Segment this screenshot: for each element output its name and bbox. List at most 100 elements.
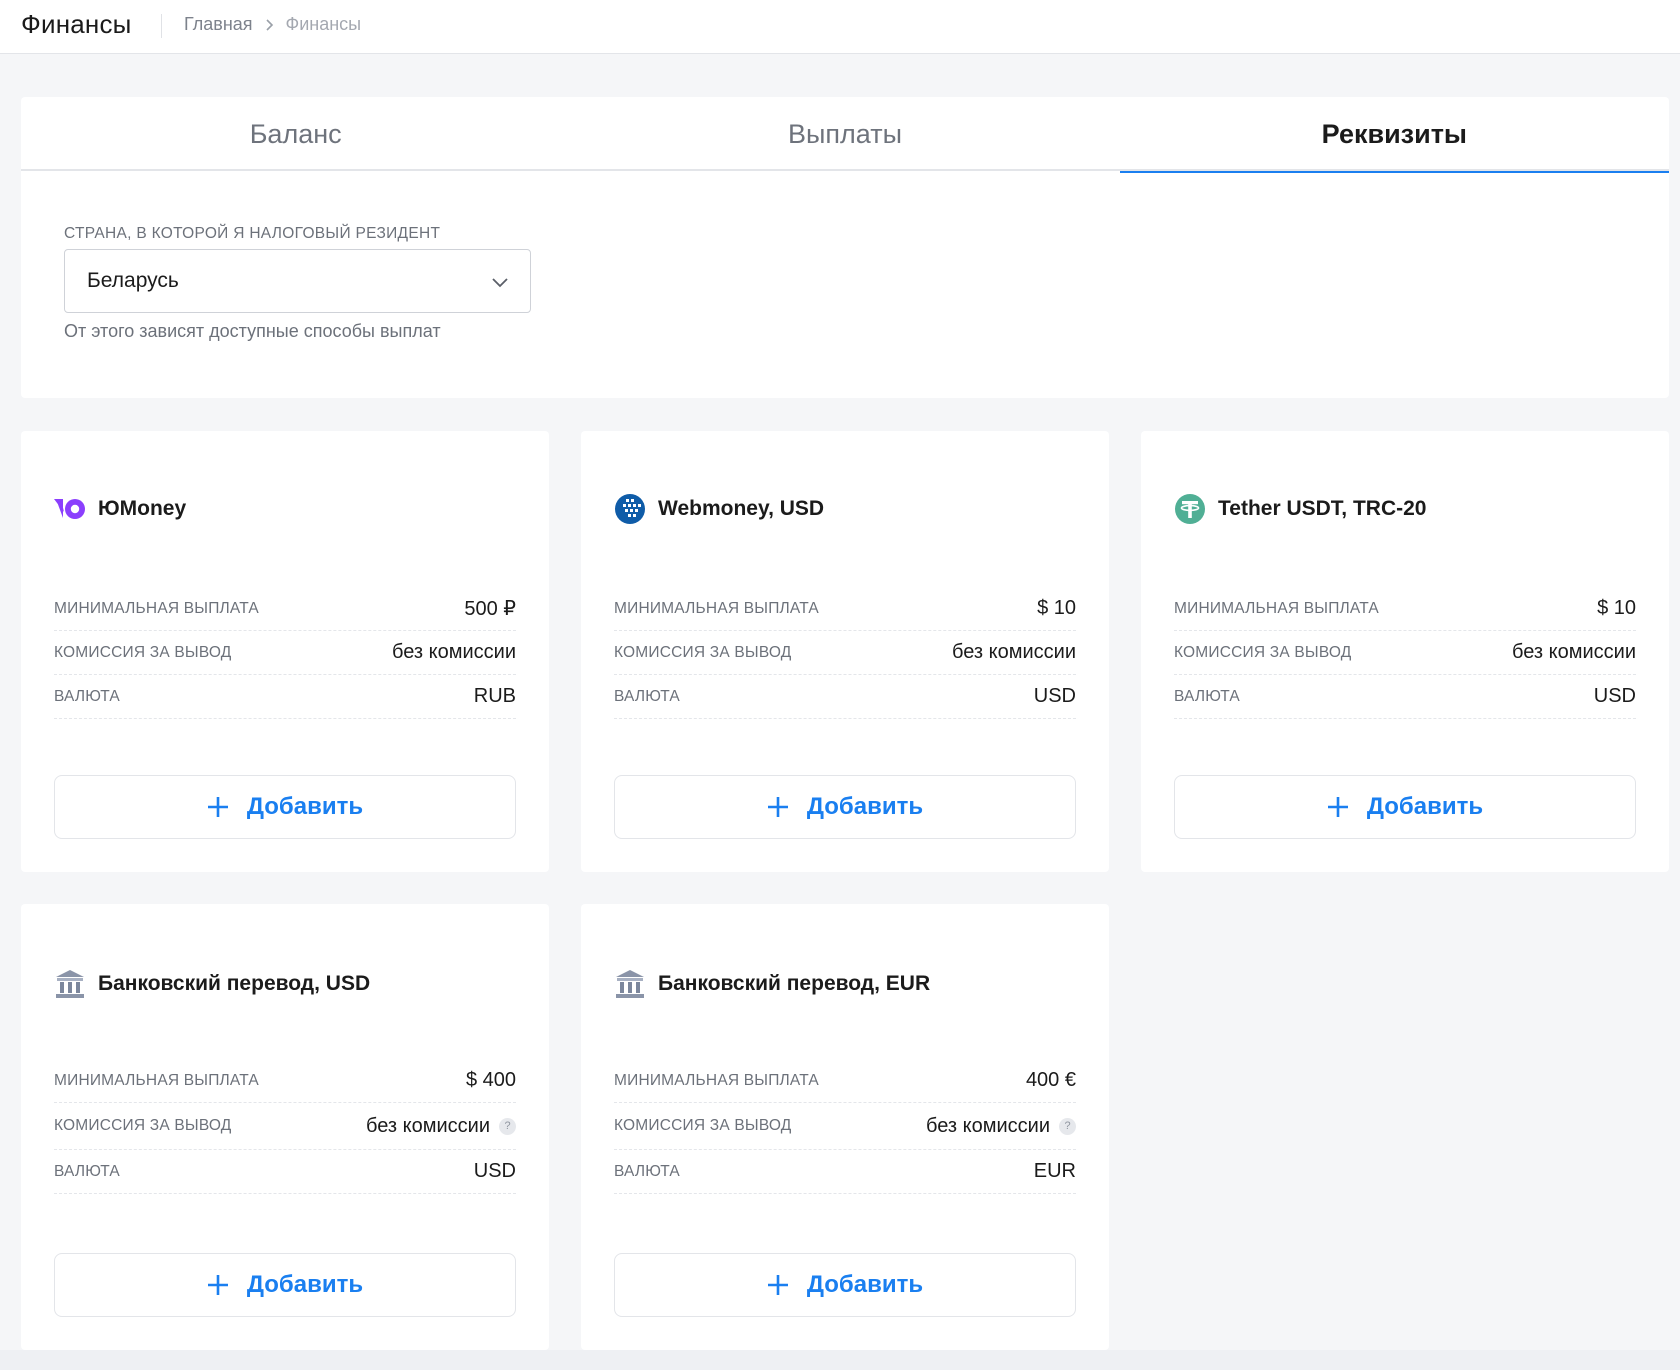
- tab-balance[interactable]: Баланс: [21, 97, 570, 171]
- currency-value: EUR: [1033, 1160, 1076, 1182]
- currency-label: ВАЛЮТА: [1174, 687, 1240, 705]
- currency-row: ВАЛЮТА USD: [54, 1150, 516, 1194]
- currency-row: ВАЛЮТА USD: [1174, 675, 1636, 719]
- card-details: МИНИМАЛЬНАЯ ВЫПЛАТА $ 10 КОМИССИЯ ЗА ВЫВ…: [614, 587, 1076, 719]
- add-button-label: Добавить: [806, 793, 924, 820]
- fee-row: КОМИССИЯ ЗА ВЫВОД без комиссии ?: [614, 1103, 1076, 1150]
- country-select-value: Беларусь: [87, 269, 179, 292]
- plus-icon: [767, 796, 789, 818]
- yoomoney-icon: [54, 493, 86, 525]
- plus-icon: [767, 1274, 789, 1296]
- min-payout-value: 400 €: [1025, 1069, 1076, 1091]
- card-details: МИНИМАЛЬНАЯ ВЫПЛАТА $ 10 КОМИССИЯ ЗА ВЫВ…: [1174, 587, 1636, 719]
- card-title: ЮMoney: [98, 497, 187, 520]
- fee-value-wrap: без комиссии ?: [366, 1115, 516, 1138]
- min-payout-row: МИНИМАЛЬНАЯ ВЫПЛАТА $ 10: [1174, 587, 1636, 631]
- add-bank-usd-button[interactable]: Добавить: [54, 1253, 516, 1317]
- fee-row: КОМИССИЯ ЗА ВЫВОД без комиссии: [614, 631, 1076, 675]
- currency-label: ВАЛЮТА: [614, 687, 680, 705]
- fee-row: КОМИССИЯ ЗА ВЫВОД без комиссии: [1174, 631, 1636, 675]
- min-payout-value: $ 10: [1037, 597, 1076, 619]
- fee-label: КОМИССИЯ ЗА ВЫВОД: [614, 643, 792, 661]
- currency-row: ВАЛЮТА USD: [614, 675, 1076, 719]
- card-header: Webmoney, USD: [614, 493, 824, 525]
- fee-row: КОМИССИЯ ЗА ВЫВОД без комиссии ?: [54, 1103, 516, 1150]
- fee-label: КОМИССИЯ ЗА ВЫВОД: [1174, 643, 1352, 661]
- fee-value: без комиссии: [925, 1114, 1050, 1137]
- fee-label: КОМИССИЯ ЗА ВЫВОД: [54, 643, 232, 661]
- card-header: Банковский перевод, USD: [54, 968, 370, 1000]
- min-payout-row: МИНИМАЛЬНАЯ ВЫПЛАТА $ 400: [54, 1059, 516, 1103]
- min-payout-row: МИНИМАЛЬНАЯ ВЫПЛАТА 500 ₽: [54, 587, 516, 631]
- chevron-down-icon: [490, 272, 510, 297]
- card-header: ЮMoney: [54, 493, 186, 525]
- country-field-label: СТРАНА, В КОТОРОЙ Я НАЛОГОВЫЙ РЕЗИДЕНТ: [64, 225, 441, 242]
- currency-value: USD: [473, 1160, 516, 1182]
- currency-label: ВАЛЮТА: [54, 1162, 120, 1180]
- card-header: Банковский перевод, EUR: [614, 968, 930, 1000]
- add-webmoney-button[interactable]: Добавить: [614, 775, 1076, 839]
- tab-bar: Баланс Выплаты Реквизиты: [21, 97, 1670, 173]
- fee-value: без комиссии: [391, 641, 516, 663]
- page-bottom-edge: [0, 1350, 1680, 1370]
- currency-value: USD: [1593, 685, 1636, 707]
- country-select[interactable]: Беларусь: [64, 249, 531, 313]
- plus-icon: [207, 796, 229, 818]
- bank-icon: [614, 968, 646, 1000]
- fee-label: КОМИССИЯ ЗА ВЫВОД: [614, 1117, 792, 1134]
- currency-row: ВАЛЮТА EUR: [614, 1150, 1076, 1194]
- card-header: Tether USDT, TRC-20: [1174, 493, 1426, 525]
- fee-value: без комиссии: [1511, 641, 1636, 663]
- breadcrumb: Главная Финансы: [184, 14, 361, 35]
- card-details: МИНИМАЛЬНАЯ ВЫПЛАТА $ 400 КОМИССИЯ ЗА ВЫ…: [54, 1059, 516, 1194]
- bank-icon: [54, 968, 86, 1000]
- min-payout-value: 500 ₽: [464, 598, 516, 620]
- page-title: Финансы: [21, 9, 132, 39]
- fee-value: без комиссии: [365, 1114, 490, 1137]
- card-title: Банковский перевод, USD: [98, 972, 371, 995]
- payout-method-card-bank-eur: Банковский перевод, EUR МИНИМАЛЬНАЯ ВЫПЛ…: [581, 904, 1109, 1350]
- fee-value: без комиссии: [951, 641, 1076, 663]
- tether-icon: [1174, 493, 1206, 525]
- webmoney-icon: [614, 493, 646, 525]
- card-title: Банковский перевод, EUR: [658, 972, 931, 995]
- breadcrumb-home-link[interactable]: Главная: [184, 14, 253, 35]
- card-title: Webmoney, USD: [658, 497, 825, 520]
- min-payout-value: $ 400: [465, 1069, 516, 1091]
- payout-method-card-tether: Tether USDT, TRC-20 МИНИМАЛЬНАЯ ВЫПЛАТА …: [1141, 431, 1669, 872]
- min-payout-label: МИНИМАЛЬНАЯ ВЫПЛАТА: [1174, 599, 1379, 617]
- add-tether-button[interactable]: Добавить: [1174, 775, 1636, 839]
- top-bar: Финансы Главная Финансы: [0, 0, 1680, 54]
- add-button-label: Добавить: [806, 1271, 924, 1298]
- title-divider: [161, 14, 162, 38]
- tab-payouts[interactable]: Выплаты: [570, 97, 1119, 171]
- fee-value-wrap: без комиссии ?: [926, 1115, 1076, 1138]
- fee-row: КОМИССИЯ ЗА ВЫВОД без комиссии: [54, 631, 516, 675]
- card-details: МИНИМАЛЬНАЯ ВЫПЛАТА 500 ₽ КОМИССИЯ ЗА ВЫ…: [54, 587, 516, 719]
- card-details: МИНИМАЛЬНАЯ ВЫПЛАТА 400 € КОМИССИЯ ЗА ВЫ…: [614, 1059, 1076, 1194]
- currency-row: ВАЛЮТА RUB: [54, 675, 516, 719]
- plus-icon: [1327, 796, 1349, 818]
- add-yoomoney-button[interactable]: Добавить: [54, 775, 516, 839]
- plus-icon: [207, 1274, 229, 1296]
- help-icon[interactable]: ?: [499, 1117, 516, 1135]
- add-bank-eur-button[interactable]: Добавить: [614, 1253, 1076, 1317]
- min-payout-label: МИНИМАЛЬНАЯ ВЫПЛАТА: [614, 1071, 819, 1089]
- add-button-label: Добавить: [1366, 793, 1484, 820]
- tab-requisites[interactable]: Реквизиты: [1119, 97, 1670, 173]
- payout-method-card-bank-usd: Банковский перевод, USD МИНИМАЛЬНАЯ ВЫПЛ…: [21, 904, 549, 1350]
- payout-method-card-webmoney: Webmoney, USD МИНИМАЛЬНАЯ ВЫПЛАТА $ 10 К…: [581, 431, 1109, 872]
- currency-label: ВАЛЮТА: [54, 687, 120, 705]
- min-payout-label: МИНИМАЛЬНАЯ ВЫПЛАТА: [614, 599, 819, 617]
- add-button-label: Добавить: [246, 1271, 364, 1298]
- min-payout-label: МИНИМАЛЬНАЯ ВЫПЛАТА: [54, 1071, 259, 1089]
- min-payout-label: МИНИМАЛЬНАЯ ВЫПЛАТА: [54, 599, 259, 617]
- currency-value: USD: [1033, 685, 1076, 707]
- help-icon[interactable]: ?: [1059, 1117, 1076, 1135]
- requisites-panel: Баланс Выплаты Реквизиты СТРАНА, В КОТОР…: [21, 97, 1670, 398]
- payout-method-card-yoomoney: ЮMoney МИНИМАЛЬНАЯ ВЫПЛАТА 500 ₽ КОМИССИ…: [21, 431, 549, 872]
- min-payout-row: МИНИМАЛЬНАЯ ВЫПЛАТА $ 10: [614, 587, 1076, 631]
- currency-value: RUB: [473, 685, 516, 707]
- card-title: Tether USDT, TRC-20: [1218, 497, 1427, 520]
- country-field-hint: От этого зависят доступные способы выпла…: [64, 321, 441, 341]
